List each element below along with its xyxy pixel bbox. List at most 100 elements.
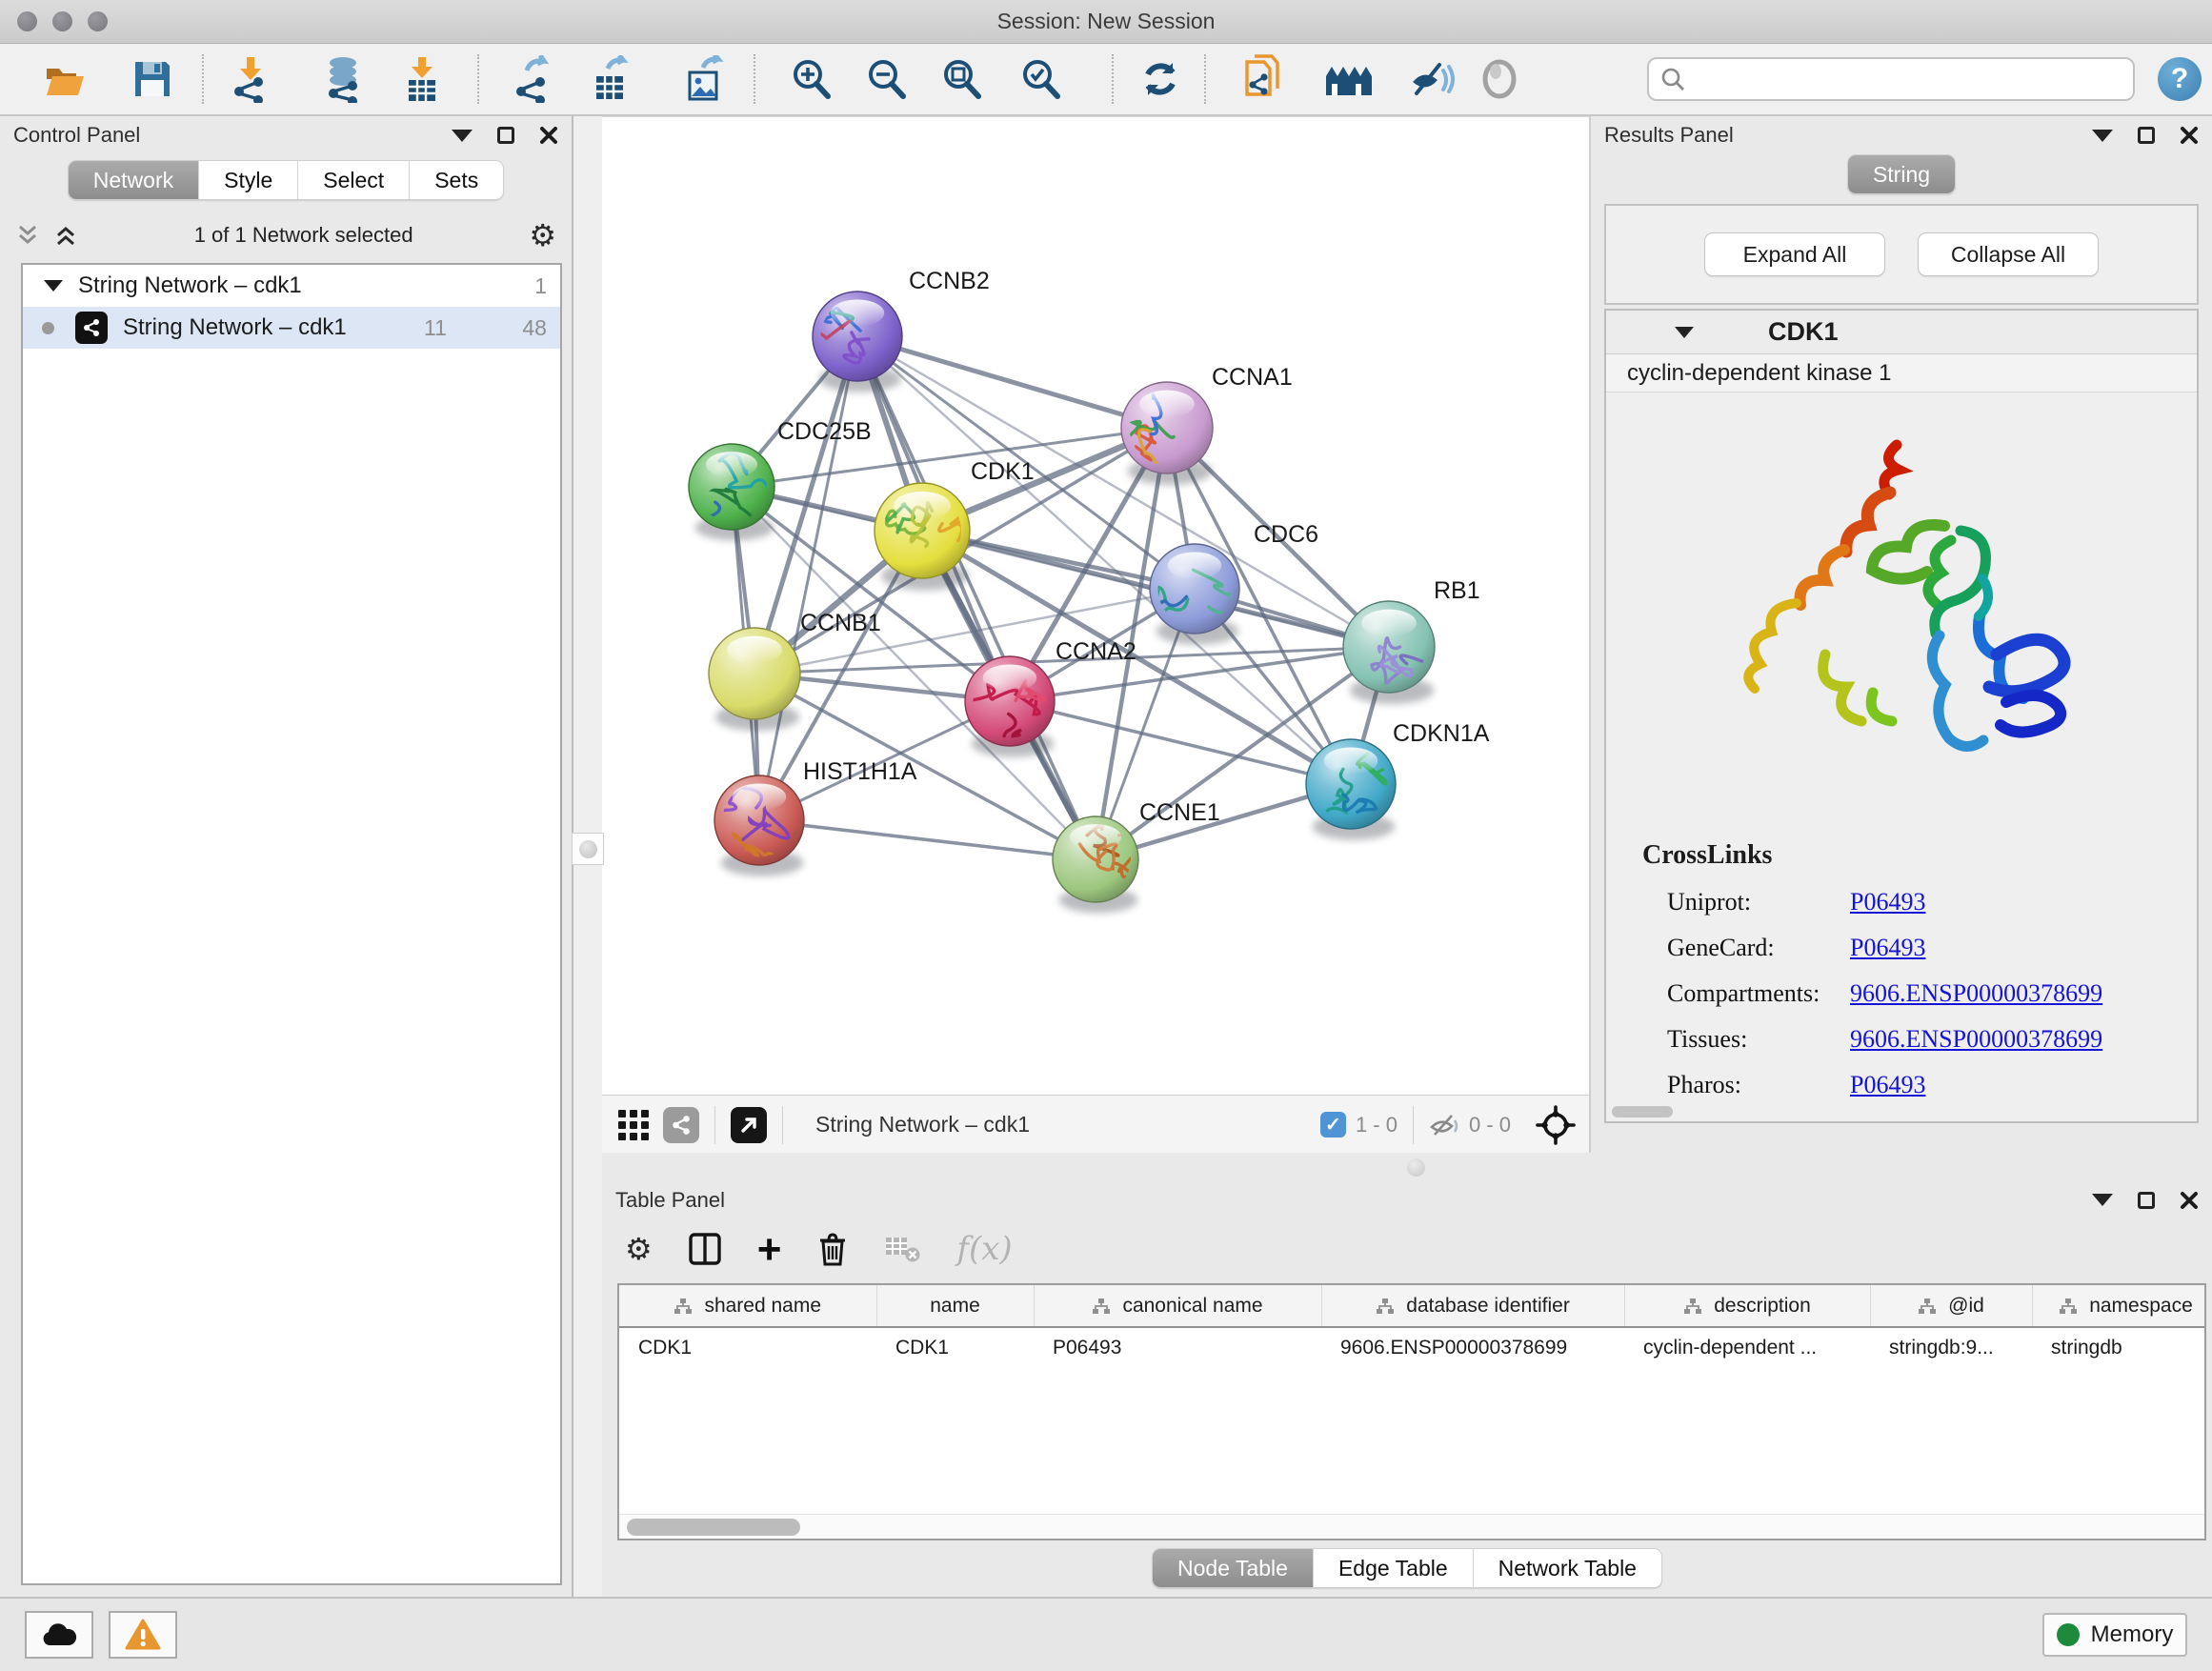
expand-all-button[interactable]: Expand All: [1704, 232, 1885, 276]
zoom-selected-icon[interactable]: [1014, 52, 1067, 106]
left-splitter[interactable]: [573, 116, 602, 1597]
entry-expand-icon[interactable]: [1675, 327, 1694, 338]
help-button[interactable]: ?: [2158, 57, 2202, 101]
crosslink-tissues[interactable]: 9606.ENSP00000378699: [1850, 1025, 2102, 1054]
splitter-handle[interactable]: [572, 833, 604, 865]
tab-edge-table[interactable]: Edge Table: [1314, 1549, 1474, 1587]
network-share-icon[interactable]: [663, 1107, 699, 1143]
crosslink-compartments[interactable]: 9606.ENSP00000378699: [1850, 979, 2102, 1008]
expand-all-icon[interactable]: [53, 224, 78, 247]
import-table-icon[interactable]: [395, 52, 449, 106]
collapse-all-icon[interactable]: [15, 224, 40, 247]
network-collection-row[interactable]: String Network – cdk1 1: [23, 265, 560, 307]
zoom-fit-icon[interactable]: [935, 52, 988, 106]
float-panel-icon[interactable]: [2138, 1192, 2155, 1209]
column-header[interactable]: shared name: [619, 1285, 876, 1327]
cell-shared-name[interactable]: CDK1: [619, 1327, 876, 1367]
memory-button[interactable]: Memory: [2042, 1613, 2187, 1657]
import-network-file-icon[interactable]: [223, 52, 276, 106]
import-network-database-icon[interactable]: [316, 52, 370, 106]
first-neighbors-icon[interactable]: [1322, 52, 1376, 106]
add-column-icon[interactable]: +: [757, 1233, 782, 1266]
results-panel: Results Panel String Expand All: [1589, 116, 2212, 1153]
save-session-icon[interactable]: [126, 52, 179, 106]
scrollbar-thumb[interactable]: [627, 1519, 800, 1536]
tab-sets[interactable]: Sets: [410, 161, 503, 199]
cell-id[interactable]: stringdb:9...: [1870, 1327, 2032, 1367]
collection-expand-icon[interactable]: [44, 280, 63, 292]
network-node-CCNB1: [709, 628, 800, 731]
table-settings-gear-icon[interactable]: ⚙: [625, 1234, 653, 1264]
clone-network-icon[interactable]: [1237, 52, 1290, 106]
panel-menu-icon[interactable]: [2092, 1194, 2113, 1206]
column-header[interactable]: name: [876, 1285, 1034, 1327]
crosslink-label: Uniprot:: [1642, 888, 1850, 916]
tab-network[interactable]: Network: [69, 161, 199, 199]
zoom-out-icon[interactable]: [859, 52, 913, 106]
zoom-in-icon[interactable]: [784, 52, 837, 106]
float-panel-icon[interactable]: [497, 127, 514, 144]
panel-menu-icon[interactable]: [452, 130, 473, 142]
close-panel-icon[interactable]: [539, 126, 558, 145]
results-panel-title: Results Panel: [1604, 123, 1734, 148]
horizontal-scrollbar[interactable]: [619, 1514, 2204, 1539]
hidden-counts: 0 - 0: [1469, 1113, 1511, 1137]
svg-text:CDC6: CDC6: [1254, 521, 1318, 548]
entry-scrollbar-thumb[interactable]: [1612, 1106, 1673, 1117]
hide-selected-icon[interactable]: [1406, 52, 1459, 106]
edge-count: 48: [486, 315, 547, 341]
table-row[interactable]: CDK1 CDK1 P06493 9606.ENSP00000378699 cy…: [619, 1327, 2206, 1367]
network-row-selected[interactable]: String Network – cdk1 11 48: [23, 307, 560, 349]
search-field[interactable]: [1647, 57, 2135, 101]
main-toolbar: ?: [0, 44, 2212, 116]
selected-checkbox-icon[interactable]: ✓: [1320, 1112, 1346, 1137]
open-session-icon[interactable]: [38, 52, 91, 106]
tab-select[interactable]: Select: [298, 161, 410, 199]
crosslink-uniprot[interactable]: P06493: [1850, 888, 1925, 916]
warning-icon: [125, 1619, 161, 1651]
column-header[interactable]: canonical name: [1034, 1285, 1321, 1327]
column-header[interactable]: database identifier: [1321, 1285, 1624, 1327]
show-all-icon[interactable]: [1473, 52, 1526, 106]
apply-layout-icon[interactable]: [1134, 52, 1187, 106]
crosslink-pharos[interactable]: P06493: [1850, 1071, 1925, 1099]
fit-selected-crosshair-icon[interactable]: [1536, 1105, 1576, 1145]
tab-network-table[interactable]: Network Table: [1474, 1549, 1661, 1587]
cell-namespace[interactable]: stringdb: [2032, 1327, 2206, 1367]
cell-name[interactable]: CDK1: [876, 1327, 1034, 1367]
column-header[interactable]: @id: [1870, 1285, 2032, 1327]
table-splitter[interactable]: [602, 1153, 2212, 1181]
close-panel-icon[interactable]: [2180, 1191, 2199, 1210]
float-panel-icon[interactable]: [2138, 127, 2155, 144]
tab-string[interactable]: String: [1848, 155, 1955, 193]
tab-style[interactable]: Style: [199, 161, 298, 199]
column-header[interactable]: namespace: [2032, 1285, 2206, 1327]
node-details-header[interactable]: CDK1: [1606, 311, 2197, 354]
tab-node-table[interactable]: Node Table: [1153, 1549, 1314, 1587]
cloud-status-button[interactable]: [25, 1611, 93, 1659]
export-table-icon[interactable]: [584, 52, 637, 106]
cell-canonical-name[interactable]: P06493: [1034, 1327, 1321, 1367]
export-network-icon[interactable]: [505, 52, 558, 106]
column-header[interactable]: description: [1624, 1285, 1870, 1327]
show-columns-icon[interactable]: [689, 1233, 721, 1265]
splitter-handle[interactable]: [1407, 1158, 1425, 1177]
warning-button[interactable]: [109, 1611, 177, 1659]
cell-description[interactable]: cyclin-dependent ...: [1624, 1327, 1870, 1367]
crosslink-label: Tissues:: [1642, 1025, 1850, 1054]
toolbar-separator: [202, 54, 204, 104]
crosslinks-title: CrossLinks: [1642, 840, 2197, 871]
delete-column-icon[interactable]: [817, 1232, 848, 1266]
export-image-icon[interactable]: [677, 52, 731, 106]
gear-icon[interactable]: ⚙: [529, 220, 556, 251]
cell-database-identifier[interactable]: 9606.ENSP00000378699: [1321, 1327, 1624, 1367]
search-input[interactable]: [1695, 67, 2114, 91]
open-in-new-icon[interactable]: [731, 1107, 767, 1143]
panel-menu-icon[interactable]: [2092, 130, 2113, 142]
network-canvas[interactable]: CCNB2CCNA1CDC25BCDK1CDC6RB1CCNB1CCNA2CDK…: [602, 117, 1589, 1095]
collapse-all-button[interactable]: Collapse All: [1918, 232, 2099, 276]
birds-eye-grid-icon[interactable]: [615, 1107, 652, 1143]
crosslink-genecard[interactable]: P06493: [1850, 934, 1925, 962]
close-panel-icon[interactable]: [2180, 126, 2199, 145]
results-buttons-box: Expand All Collapse All: [1604, 204, 2199, 305]
